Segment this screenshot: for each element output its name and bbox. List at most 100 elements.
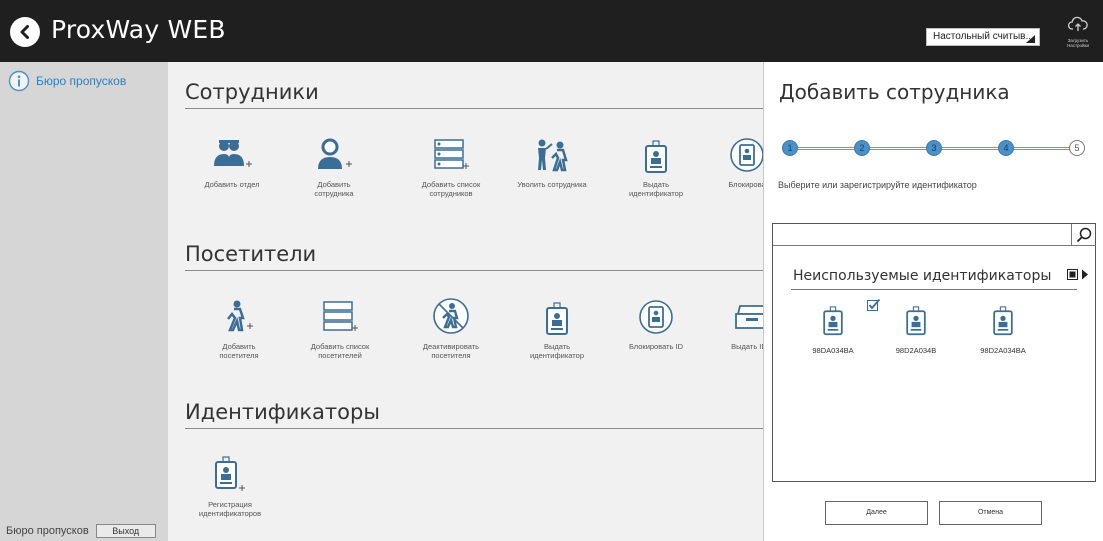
- tile-label-line1: Уволить сотрудника: [517, 180, 587, 189]
- tile-label-line1: Регистрация: [208, 500, 252, 509]
- tile-label-line1: Блокировать ID: [628, 342, 684, 351]
- exit-button[interactable]: Выход: [95, 524, 156, 538]
- id-card[interactable]: 98D2A034B: [886, 306, 946, 355]
- id-badge-icon: [823, 306, 843, 336]
- search-button[interactable]: [1071, 224, 1096, 246]
- tile-label-line1: Добавить список: [310, 342, 370, 351]
- app-title: ProxWay WEB: [51, 15, 226, 44]
- tile-register-ids[interactable]: Регистрация идентификаторов: [185, 454, 275, 518]
- play-arrow-icon: [1082, 269, 1088, 280]
- id-badge-icon: [645, 140, 667, 173]
- square-view-icon: [1067, 269, 1078, 280]
- back-button[interactable]: [10, 17, 40, 47]
- tile-label-line1: Деактивировать: [422, 342, 480, 351]
- section-title: Посетители: [185, 242, 763, 271]
- panel-hint: Выберите или зарегистрируйте идентификат…: [778, 180, 977, 190]
- tile-label-line1: Выдать: [642, 180, 670, 189]
- add-visitor-list-icon: [323, 301, 358, 331]
- identifier-search-input[interactable]: [773, 224, 1071, 246]
- id-card-label: 98DA034BA: [812, 346, 854, 355]
- panel-title: Добавить сотрудника: [779, 80, 1010, 104]
- id-card-label: 98D2A034BA: [980, 346, 1026, 355]
- tile-label-line1: Выдать ID в: [731, 342, 763, 351]
- id-badge-icon: [993, 306, 1013, 336]
- tile-issue-id-employee[interactable]: Выдать идентификатор: [611, 134, 701, 198]
- tile-label-line1: Блокирова: [728, 180, 763, 189]
- tile-label-line1: Добавить: [222, 342, 256, 351]
- add-visitor-icon: [227, 300, 253, 332]
- add-employee-icon: [318, 138, 352, 169]
- list-divider: [791, 289, 1077, 290]
- id-tray-icon: [735, 305, 763, 329]
- id-card-label: 98D2A034B: [895, 346, 937, 355]
- id-card[interactable]: 98DA034BA: [803, 306, 863, 355]
- tile-label-line1: Выдать: [543, 342, 571, 351]
- id-card[interactable]: 98D2A034BA: [973, 306, 1033, 355]
- tile-label-line1: Добавить список: [421, 180, 481, 189]
- step-4: 4: [998, 140, 1014, 156]
- tile-label-line2: посетителей: [318, 351, 362, 360]
- sidebar: Бюро пропусков Бюро пропусков Выход: [0, 62, 168, 541]
- step-5: 5: [1069, 140, 1085, 156]
- identifier-picker: Неиспользуемые идентификаторы 98DA034BA …: [772, 223, 1096, 482]
- tile-block-id-visitor[interactable]: Блокировать ID: [611, 296, 701, 351]
- unused-ids-title: Неиспользуемые идентификаторы: [793, 268, 1052, 284]
- block-id-icon: [730, 138, 763, 172]
- tile-label-line2: посетителя: [219, 351, 259, 360]
- add-department-icon: [214, 140, 252, 167]
- register-id-icon: [215, 456, 245, 491]
- tile-deactivate-visitor[interactable]: Деактивировать посетителя: [406, 296, 496, 360]
- current-module-label: Бюро пропусков: [6, 525, 89, 537]
- section-visitors: Посетители Добавить посетителя Добавить …: [185, 242, 763, 360]
- top-bar: ProxWay WEB Настольный считыв... Загрузи…: [0, 0, 1103, 62]
- id-badge-icon: [906, 306, 926, 336]
- checkbox-checked-icon: [867, 298, 881, 311]
- block-id-icon: [639, 300, 673, 334]
- wizard-stepper: 1 2 3 4 5: [782, 140, 1087, 156]
- tile-label-line2: идентификаторов: [198, 509, 262, 518]
- tile-issue-id-tray[interactable]: Выдать ID в: [707, 296, 763, 351]
- tile-add-visitor-list[interactable]: Добавить список посетителей: [295, 296, 385, 360]
- info-icon: [8, 70, 30, 92]
- deactivate-visitor-icon: [433, 298, 469, 334]
- sidebar-item-label: Бюро пропусков: [36, 74, 127, 88]
- dropdown-triangle-icon: [1026, 35, 1035, 43]
- id-badge-icon: [546, 302, 568, 335]
- chevron-left-icon: [20, 25, 29, 39]
- tile-label-line2: сотрудников: [429, 189, 473, 198]
- selected-checkbox[interactable]: [867, 298, 881, 316]
- add-employee-list-icon: [434, 139, 469, 169]
- view-toggle[interactable]: [1067, 269, 1089, 280]
- add-employee-panel: Добавить сотрудника 1 2 3 4 5 Выберите и…: [763, 62, 1103, 541]
- sidebar-item-pass-office[interactable]: Бюро пропусков: [8, 70, 126, 92]
- tile-add-department[interactable]: Добавить отдел: [187, 134, 277, 189]
- tile-add-visitor[interactable]: Добавить посетителя: [194, 296, 284, 360]
- upload-settings-button[interactable]: Загрузить Настройки: [1058, 16, 1098, 56]
- tile-add-employee[interactable]: Добавить сотрудника: [289, 134, 379, 198]
- search-icon: [1076, 227, 1092, 242]
- step-3: 3: [926, 140, 942, 156]
- tile-label-line2: идентификатор: [628, 189, 683, 198]
- cloud-upload-icon: [1067, 16, 1088, 31]
- tile-issue-id-visitor[interactable]: Выдать идентификатор: [512, 296, 602, 360]
- reader-select[interactable]: Настольный считыв...: [926, 28, 1040, 46]
- step-1: 1: [782, 140, 798, 156]
- step-2: 2: [854, 140, 870, 156]
- tile-add-employee-list[interactable]: Добавить список сотрудников: [406, 134, 496, 198]
- dismiss-employee-icon: [538, 139, 568, 172]
- section-title: Идентификаторы: [185, 400, 763, 429]
- tile-label-line2: сотрудника: [314, 189, 354, 198]
- next-button[interactable]: Далее: [825, 501, 928, 525]
- section-employees: Сотрудники Добавить отдел Добавить сотру…: [185, 80, 763, 198]
- section-title: Сотрудники: [185, 80, 763, 109]
- tile-block-id-employee[interactable]: Блокирова: [702, 134, 763, 189]
- section-identifiers: Идентификаторы Регистрация идентификаторо…: [185, 400, 763, 518]
- tile-label-line2: посетителя: [431, 351, 471, 360]
- tile-dismiss-employee[interactable]: Уволить сотрудника: [507, 134, 597, 189]
- tile-label-line2: идентификатор: [529, 351, 584, 360]
- cancel-button[interactable]: Отмена: [939, 501, 1042, 525]
- main-content: Сотрудники Добавить отдел Добавить сотру…: [168, 62, 763, 541]
- tile-label-line1: Добавить: [317, 180, 351, 189]
- reader-select-value: Настольный считыв...: [933, 31, 1034, 42]
- settings-label: Настройки: [1066, 43, 1090, 48]
